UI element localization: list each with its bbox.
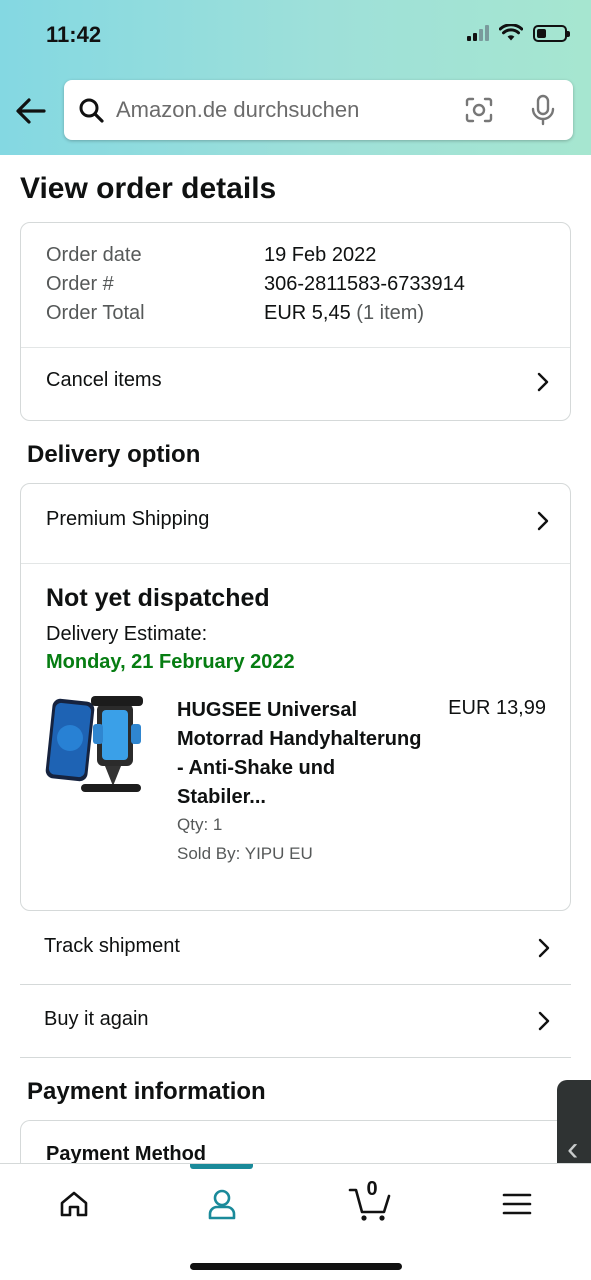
delivery-section-title: Delivery option (27, 441, 201, 468)
cancel-items-row[interactable]: Cancel items (21, 347, 570, 419)
search-input[interactable] (116, 92, 446, 128)
order-date-label: Order date (46, 244, 142, 266)
delivery-estimate-date: Monday, 21 February 2022 (46, 651, 295, 673)
track-shipment-row[interactable]: Track shipment (20, 913, 571, 985)
shipping-option-label: Premium Shipping (46, 508, 210, 530)
nav-menu[interactable] (487, 1182, 547, 1226)
divider (21, 563, 570, 564)
payment-section-title: Payment information (27, 1078, 266, 1105)
order-summary-card: Order date 19 Feb 2022 Order # 306-28115… (20, 222, 571, 421)
chevron-right-icon (538, 938, 550, 958)
wifi-icon (499, 24, 523, 41)
product-quantity: Qty: 1 (177, 815, 223, 834)
app-header: 11:42 (0, 0, 591, 155)
status-icons (467, 24, 570, 42)
status-time: 11:42 (46, 22, 102, 47)
track-shipment-label: Track shipment (44, 935, 180, 957)
nav-cart[interactable]: 0 (340, 1178, 400, 1226)
delivery-card: Premium Shipping Not yet dispatched Deli… (20, 483, 571, 911)
shipping-option-row[interactable]: Premium Shipping (21, 486, 570, 558)
cancel-items-label: Cancel items (46, 369, 162, 391)
back-arrow-icon[interactable] (14, 96, 48, 126)
order-total-value: EUR 5,45 (1 item) (264, 302, 424, 325)
product-seller: Sold By: YIPU EU (177, 844, 313, 863)
nav-home[interactable] (44, 1182, 104, 1226)
order-item-count: (1 item) (356, 302, 425, 324)
cart-count-badge: 0 (366, 1178, 378, 1200)
search-bar[interactable] (64, 80, 573, 140)
nav-account[interactable] (192, 1182, 252, 1226)
home-indicator (190, 1263, 402, 1270)
cellular-signal-icon (467, 25, 489, 41)
product-name-link[interactable]: HUGSEE Universal Motorrad Handyhalterung… (177, 696, 427, 812)
chevron-right-icon (538, 1011, 550, 1031)
product-price: EUR 13,99 (448, 697, 546, 719)
dispatch-status: Not yet dispatched (46, 584, 270, 612)
chevron-right-icon (537, 511, 549, 531)
delivery-estimate-label: Delivery Estimate: (46, 623, 208, 645)
search-icon (79, 98, 104, 123)
order-number-label: Order # (46, 273, 114, 295)
buy-again-label: Buy it again (44, 1008, 149, 1030)
page-title: View order details (20, 172, 277, 205)
battery-icon (533, 24, 570, 42)
product-image[interactable] (45, 694, 149, 804)
chevron-right-icon (537, 372, 549, 392)
account-icon (208, 1189, 236, 1220)
buy-again-row[interactable]: Buy it again (20, 986, 571, 1058)
bottom-nav: 0 (0, 1163, 591, 1280)
active-tab-indicator (190, 1164, 253, 1169)
order-date-value: 19 Feb 2022 (264, 244, 377, 266)
order-number-value: 306-2811583-6733914 (264, 273, 465, 295)
order-total-label: Order Total (46, 302, 145, 324)
camera-scan-icon[interactable] (464, 96, 494, 124)
home-icon (60, 1191, 88, 1217)
microphone-icon[interactable] (530, 94, 556, 126)
order-total-amount: EUR 5,45 (264, 302, 351, 324)
menu-icon (502, 1193, 532, 1215)
